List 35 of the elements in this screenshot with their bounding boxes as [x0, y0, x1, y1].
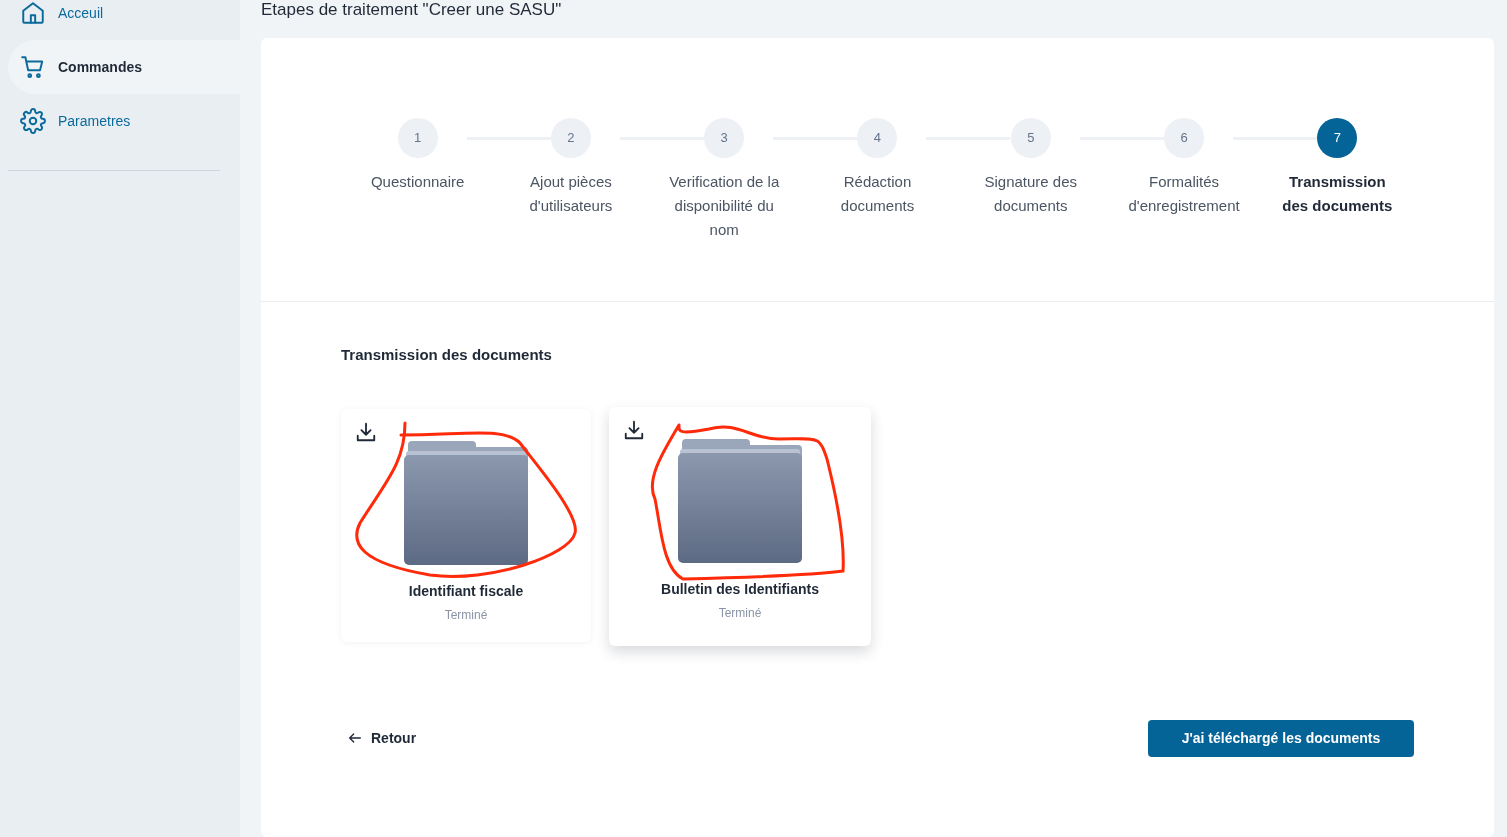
- step-number[interactable]: 7: [1317, 118, 1358, 158]
- step-label: Formalités d'enregistrement: [1127, 172, 1241, 216]
- step-label: Transmission des documents: [1281, 172, 1394, 216]
- step-label: Signature des documents: [983, 172, 1079, 216]
- home-icon: [20, 0, 46, 26]
- section-title: Transmission des documents: [341, 345, 553, 365]
- step-label: Verification de la disponibilité du nom: [668, 172, 781, 240]
- step-number[interactable]: 3: [704, 118, 745, 158]
- document-card[interactable]: Bulletin des Identifiants Terminé: [609, 406, 871, 646]
- cart-icon: [20, 54, 46, 80]
- step-number[interactable]: 1: [397, 118, 438, 158]
- folder-icon: [676, 436, 804, 565]
- document-card[interactable]: Identifiant fiscale Terminé: [341, 408, 591, 642]
- folder-icon: [402, 438, 530, 567]
- step-label: Questionnaire: [369, 172, 466, 192]
- page-title: Etapes de traitement "Creer une SASU": [261, 0, 563, 21]
- settings-icon: [20, 108, 46, 134]
- document-name: Bulletin des Identifiants: [661, 579, 819, 599]
- download-icon[interactable]: [623, 418, 645, 441]
- download-icon[interactable]: [355, 420, 377, 443]
- document-status: Terminé: [444, 606, 488, 624]
- sidebar-item[interactable]: Commandes: [8, 40, 240, 94]
- step-number[interactable]: 6: [1164, 118, 1205, 158]
- step-label: Ajout pièces d'utilisateurs: [528, 172, 614, 216]
- back-button[interactable]: Retour: [347, 727, 417, 749]
- sidebar-item[interactable]: Parametres: [8, 94, 240, 148]
- step-number[interactable]: 5: [1010, 118, 1051, 158]
- step-number[interactable]: 2: [550, 118, 591, 158]
- step-number[interactable]: 4: [857, 118, 898, 158]
- document-status: Terminé: [718, 604, 762, 622]
- step-label: Rédaction documents: [839, 172, 916, 216]
- arrow-left-icon: [347, 730, 363, 746]
- sidebar-item[interactable]: Acceuil: [8, 0, 240, 40]
- document-name: Identifiant fiscale: [408, 581, 524, 601]
- confirm-button[interactable]: J'ai téléchargé les documents: [1148, 719, 1414, 757]
